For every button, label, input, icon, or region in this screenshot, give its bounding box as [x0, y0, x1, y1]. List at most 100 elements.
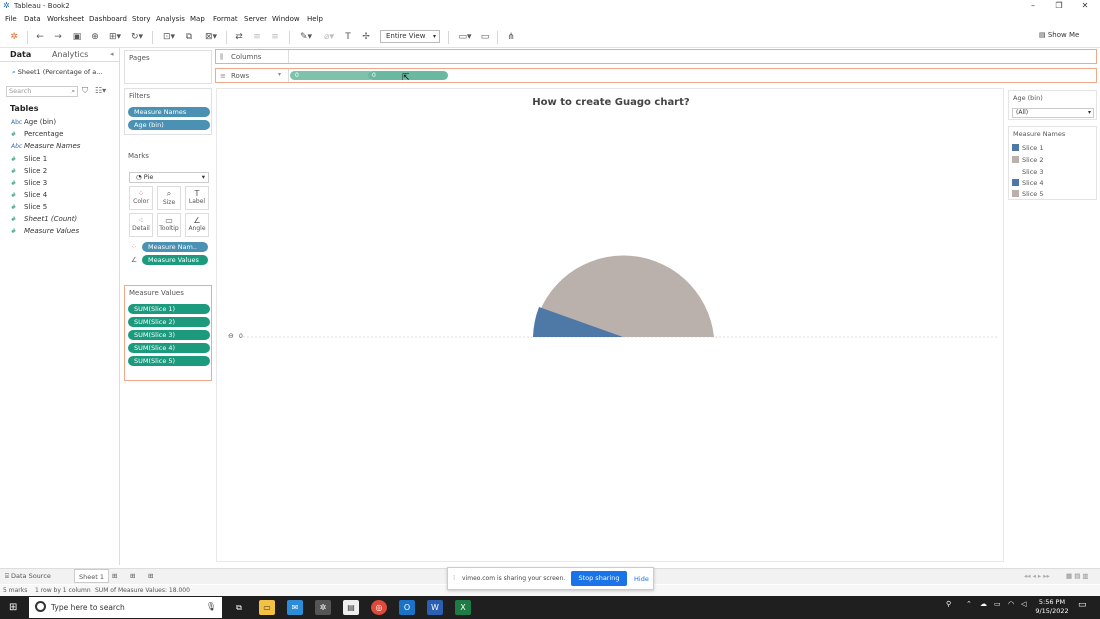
- drag-handle-icon[interactable]: ⁞: [453, 574, 455, 582]
- field-age-bin[interactable]: Abc Age (bin): [11, 118, 56, 126]
- menu-data[interactable]: Data: [24, 15, 41, 23]
- menu-window[interactable]: Window: [272, 15, 300, 23]
- duplicate-icon[interactable]: ⧉: [183, 31, 195, 44]
- wifi-icon[interactable]: ◠: [1008, 600, 1014, 608]
- menu-worksheet[interactable]: Worksheet: [47, 15, 84, 23]
- menu-story[interactable]: Story: [132, 15, 151, 23]
- rows-shelf[interactable]: ≡ Rows ▾ 0 0 ⇱: [215, 68, 1097, 83]
- hide-button[interactable]: Hide: [634, 575, 649, 583]
- view-options-icon[interactable]: ☷▾: [95, 86, 106, 95]
- microphone-icon[interactable]: 🎙: [206, 602, 216, 611]
- legend-item[interactable]: Slice 1: [1012, 144, 1044, 152]
- battery-icon[interactable]: ▭: [994, 600, 1001, 608]
- clear-sheet-icon[interactable]: ⊠▾: [201, 31, 221, 44]
- highlight-icon[interactable]: ✎▾: [297, 31, 315, 44]
- group-icon[interactable]: ⌀▾: [320, 31, 338, 44]
- field-measure-values[interactable]: # Measure Values: [11, 227, 79, 235]
- field-slice-5[interactable]: # Slice 5: [11, 203, 47, 211]
- sheet-sorter-icon[interactable]: ▦ ▤ ▥: [1066, 572, 1089, 580]
- age-bin-filter-select[interactable]: (All) ▾: [1012, 108, 1094, 118]
- new-dashboard-icon[interactable]: ⊞: [130, 572, 135, 580]
- mark-type-select[interactable]: ◔ Pie ▾: [129, 172, 209, 183]
- tab-analytics[interactable]: Analytics: [52, 50, 88, 59]
- tableau-taskbar-icon[interactable]: ✲: [315, 600, 331, 615]
- collapse-icon[interactable]: ◂: [110, 50, 114, 58]
- undo-icon[interactable]: ←: [34, 31, 46, 44]
- sort-desc-icon[interactable]: ≡: [269, 31, 281, 44]
- data-source-tab[interactable]: ⌸ Data Source: [5, 572, 51, 581]
- mv-pill-slice-3[interactable]: SUM(Slice 3): [128, 330, 210, 340]
- view-mode-select[interactable]: Entire View ▾: [380, 30, 440, 43]
- windows-start-icon[interactable]: ⊞: [9, 602, 17, 613]
- columns-shelf[interactable]: ⫼ Columns: [215, 49, 1097, 64]
- field-sheet1-count[interactable]: # Sheet1 (Count): [11, 215, 77, 223]
- marks-angle-button[interactable]: ∠ Angle: [185, 213, 209, 237]
- show-cards-icon[interactable]: ▭▾: [456, 31, 474, 44]
- legend-item[interactable]: Slice 2: [1012, 156, 1044, 164]
- tableau-home-icon[interactable]: ✲: [8, 31, 20, 44]
- new-datasource-icon[interactable]: ⊕: [89, 31, 101, 44]
- redo-icon[interactable]: →: [52, 31, 64, 44]
- task-view-icon[interactable]: ⧉: [231, 600, 247, 615]
- legend-item[interactable]: Slice 4: [1012, 179, 1044, 187]
- pin-icon[interactable]: ✢: [360, 31, 372, 44]
- pages-card[interactable]: Pages: [124, 50, 212, 84]
- filter-icon[interactable]: ⛉: [82, 86, 88, 96]
- outlook-icon[interactable]: O: [399, 600, 415, 615]
- refresh-icon[interactable]: ↻▾: [129, 31, 145, 44]
- tab-nav-icons[interactable]: ◂◂ ◂ ▸ ▸▸: [1024, 572, 1050, 580]
- legend-item[interactable]: Slice 3: [1012, 168, 1044, 176]
- volume-icon[interactable]: ◁: [1021, 600, 1026, 608]
- menu-analysis[interactable]: Analysis: [156, 15, 185, 23]
- show-me-button[interactable]: ▤ Show Me: [1039, 31, 1079, 39]
- menu-dashboard[interactable]: Dashboard: [89, 15, 127, 23]
- field-slice-3[interactable]: # Slice 3: [11, 179, 47, 187]
- datasource-item[interactable]: ⌕ Sheet1 (Percentage of a...: [12, 68, 102, 77]
- marks-pill-measure-names[interactable]: Measure Nam..: [142, 242, 208, 252]
- minimize-icon[interactable]: –: [1020, 0, 1046, 13]
- notifications-icon[interactable]: ▭: [1078, 600, 1087, 610]
- menu-format[interactable]: Format: [213, 15, 238, 23]
- marks-pill-measure-values[interactable]: Measure Values: [142, 255, 208, 265]
- restore-icon[interactable]: ❐: [1046, 0, 1072, 13]
- cloud-icon[interactable]: ☁: [980, 600, 987, 608]
- marks-detail-button[interactable]: ⁖ Detail: [129, 213, 153, 237]
- filter-pill-measure-names[interactable]: Measure Names: [128, 107, 210, 117]
- taskbar-search[interactable]: Type here to search 🎙: [29, 597, 222, 618]
- field-measure-names[interactable]: Abc Measure Names: [11, 142, 80, 150]
- excel-icon[interactable]: X: [455, 600, 471, 615]
- marks-label-button[interactable]: T Label: [185, 186, 209, 210]
- taskbar-clock[interactable]: 5:56 PM 9/15/2022: [1033, 598, 1071, 616]
- sheet-tab[interactable]: Sheet 1: [74, 569, 109, 583]
- rows-pill-zero[interactable]: 0: [290, 71, 374, 80]
- menu-map[interactable]: Map: [190, 15, 205, 23]
- menu-server[interactable]: Server: [244, 15, 267, 23]
- user-icon[interactable]: ⚲: [946, 600, 951, 608]
- field-search-input[interactable]: Search ⌕: [6, 86, 78, 97]
- field-slice-1[interactable]: # Slice 1: [11, 155, 47, 163]
- menu-help[interactable]: Help: [307, 15, 323, 23]
- mv-pill-slice-4[interactable]: SUM(Slice 4): [128, 343, 210, 353]
- field-slice-2[interactable]: # Slice 2: [11, 167, 47, 175]
- mv-pill-slice-2[interactable]: SUM(Slice 2): [128, 317, 210, 327]
- viz-canvas[interactable]: How to create Guago chart? ⊖ 0: [216, 88, 1004, 562]
- legend-item[interactable]: Slice 5: [1012, 190, 1044, 198]
- stop-sharing-button[interactable]: Stop sharing: [571, 571, 627, 586]
- tab-data[interactable]: Data: [10, 50, 31, 59]
- show-hidden-icons-icon[interactable]: ⌃: [966, 600, 972, 608]
- marks-size-button[interactable]: ⌕ Size: [157, 186, 181, 210]
- new-worksheet-icon[interactable]: ⊞: [112, 572, 117, 580]
- filters-card[interactable]: Filters Measure Names Age (bin): [124, 88, 212, 135]
- presentation-icon[interactable]: ▭: [478, 31, 492, 44]
- close-icon[interactable]: ✕: [1072, 0, 1098, 13]
- new-worksheet-icon[interactable]: ⊡▾: [159, 31, 179, 44]
- pause-updates-icon[interactable]: ⊞▾: [107, 31, 123, 44]
- sort-asc-icon[interactable]: ≡: [251, 31, 263, 44]
- share-icon[interactable]: ⋔: [505, 31, 517, 44]
- save-icon[interactable]: ▣: [71, 31, 83, 44]
- mv-pill-slice-1[interactable]: SUM(Slice 1): [128, 304, 210, 314]
- mv-pill-slice-5[interactable]: SUM(Slice 5): [128, 356, 210, 366]
- field-slice-4[interactable]: # Slice 4: [11, 191, 47, 199]
- word-icon[interactable]: W: [427, 600, 443, 615]
- mail-icon[interactable]: ✉: [287, 600, 303, 615]
